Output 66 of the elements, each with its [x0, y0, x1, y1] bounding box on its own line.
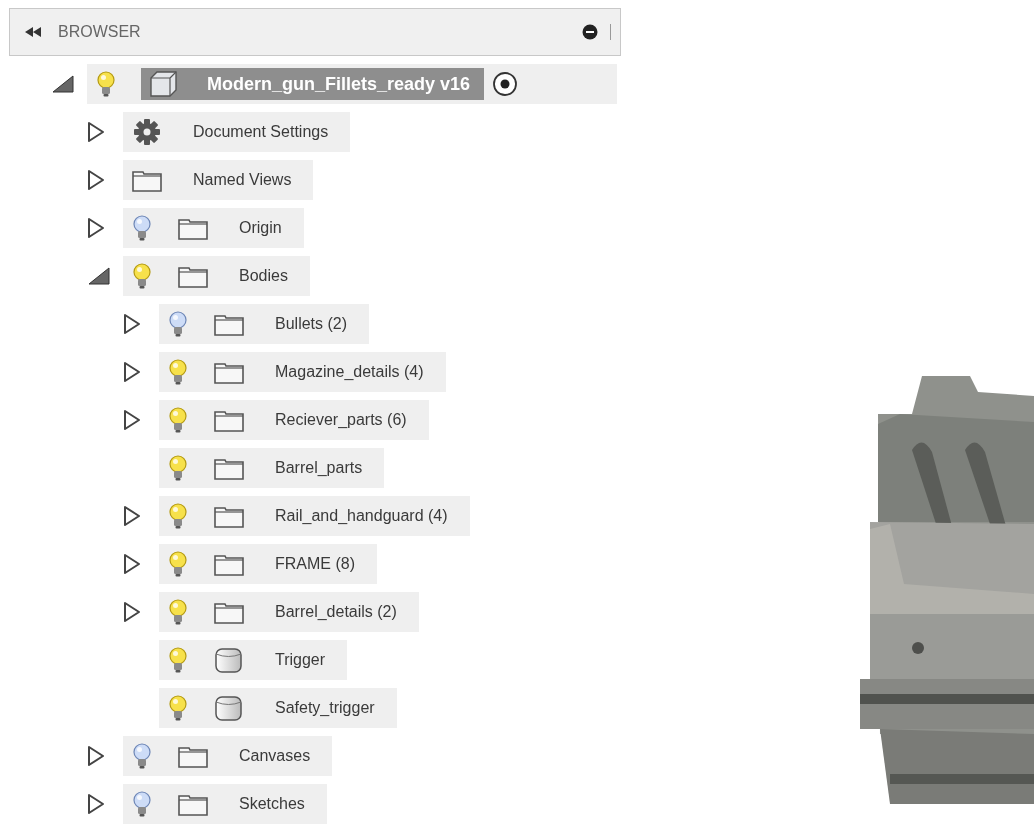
minus-circle-icon[interactable]: [582, 24, 598, 40]
collapse-icon[interactable]: [24, 26, 42, 38]
lightbulb-icon[interactable]: [167, 358, 189, 386]
tree-item[interactable]: Barrel_parts: [159, 448, 385, 488]
tree-item[interactable]: Canvases: [123, 736, 333, 776]
tree-item[interactable]: Safety_trigger: [159, 688, 397, 728]
lightbulb-icon[interactable]: [131, 790, 153, 818]
expand-arrow-icon[interactable]: [123, 409, 141, 431]
expand-arrow-icon[interactable]: [87, 217, 105, 239]
tree-item[interactable]: Rail_and_handguard (4): [159, 496, 470, 536]
item-label: Trigger: [275, 650, 326, 670]
tree-item[interactable]: Magazine_details (4): [159, 352, 446, 392]
expanded-arrow-icon[interactable]: [51, 74, 75, 94]
lightbulb-icon[interactable]: [167, 646, 189, 674]
expand-arrow-icon[interactable]: [123, 361, 141, 383]
item-label: Bullets (2): [275, 314, 348, 334]
expand-arrow-icon[interactable]: [123, 313, 141, 335]
expand-arrow-icon[interactable]: [87, 169, 105, 191]
lightbulb-icon[interactable]: [131, 214, 153, 242]
item-label: Named Views: [193, 170, 292, 190]
tree-item[interactable]: Sketches: [123, 784, 327, 824]
lightbulb-icon[interactable]: [167, 310, 189, 338]
cylinder-icon: [213, 694, 245, 722]
expand-arrow-icon[interactable]: [87, 745, 105, 767]
item-label: Magazine_details (4): [275, 362, 424, 382]
item-label: FRAME (8): [275, 554, 355, 574]
lightbulb-icon[interactable]: [131, 742, 153, 770]
cube-icon: [147, 70, 179, 98]
tree-item[interactable]: Trigger: [159, 640, 348, 680]
cylinder-icon: [213, 646, 245, 674]
item-label: Barrel_parts: [275, 458, 363, 478]
tree-item[interactable]: Bodies: [123, 256, 310, 296]
lightbulb-icon[interactable]: [167, 454, 189, 482]
lightbulb-icon[interactable]: [167, 550, 189, 578]
item-label: Barrel_details (2): [275, 602, 397, 622]
tree-item[interactable]: Document Settings: [123, 112, 351, 152]
expand-arrow-icon[interactable]: [123, 505, 141, 527]
tree-item[interactable]: Reciever_parts (6): [159, 400, 429, 440]
item-label: Safety_trigger: [275, 698, 375, 718]
item-label: Bodies: [239, 266, 288, 286]
expanded-arrow-icon[interactable]: [87, 266, 111, 286]
lightbulb-icon[interactable]: [167, 502, 189, 530]
item-label: Rail_and_handguard (4): [275, 506, 448, 526]
expand-arrow-icon[interactable]: [123, 601, 141, 623]
item-label: Reciever_parts (6): [275, 410, 407, 430]
tree-item[interactable]: FRAME (8): [159, 544, 377, 584]
item-label: Origin: [239, 218, 282, 238]
panel-title: BROWSER: [58, 22, 142, 42]
component-name: Modern_gun_Fillets_ready v16: [207, 72, 471, 96]
tree-item[interactable]: Named Views: [123, 160, 314, 200]
item-label: Sketches: [239, 794, 305, 814]
lightbulb-icon[interactable]: [167, 694, 189, 722]
lightbulb-icon[interactable]: [167, 406, 189, 434]
expand-arrow-icon[interactable]: [123, 553, 141, 575]
lightbulb-icon[interactable]: [131, 262, 153, 290]
tree-item[interactable]: Barrel_details (2): [159, 592, 419, 632]
gear-icon: [131, 118, 163, 146]
lightbulb-icon[interactable]: [167, 598, 189, 626]
active-radio-icon[interactable]: [492, 71, 519, 97]
expand-arrow-icon[interactable]: [87, 121, 105, 143]
item-label: Canvases: [239, 746, 311, 766]
expand-arrow-icon[interactable]: [87, 793, 105, 815]
tree-item[interactable]: Origin: [123, 208, 304, 248]
item-label: Document Settings: [193, 122, 329, 142]
lightbulb-icon[interactable]: [95, 70, 117, 98]
tree-item[interactable]: Bullets (2): [159, 304, 370, 344]
